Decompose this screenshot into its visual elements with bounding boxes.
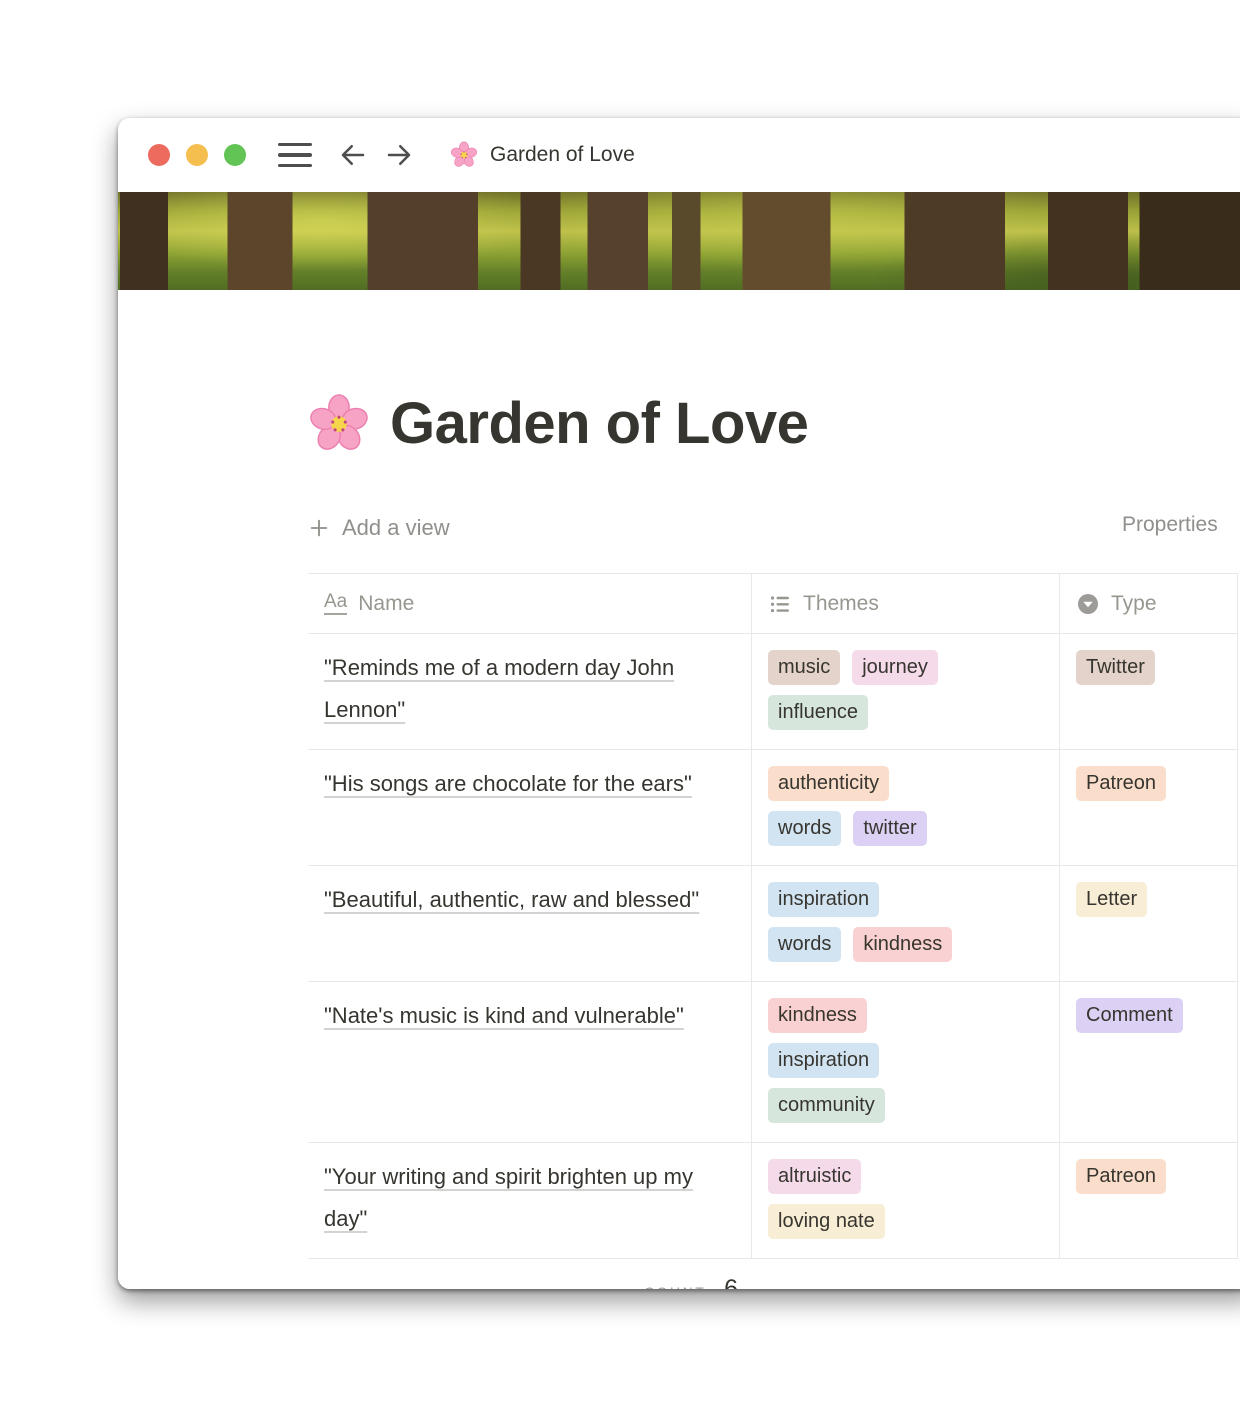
row-name-cell[interactable]: "Beautiful, authentic, raw and blessed" [308,866,752,981]
column-header-themes[interactable]: Themes [752,574,1060,633]
table-header-row: Aa Name Themes Type [308,573,1238,634]
theme-tag[interactable]: journey [852,650,938,685]
window-title: Garden of Love [490,143,635,167]
row-themes-cell[interactable]: music journey influence [752,634,1060,749]
table-body: "Reminds me of a modern day John Lennon"… [308,634,1238,1259]
row-type-cell[interactable]: Comment [1060,982,1238,1142]
titlebar: Garden of Love [118,118,1240,192]
type-tag[interactable]: Letter [1076,882,1147,917]
row-name-cell[interactable]: "His songs are chocolate for the ears" [308,750,752,865]
theme-tag[interactable]: kindness [853,927,952,962]
theme-tag[interactable]: inspiration [768,882,879,917]
row-themes-cell[interactable]: inspiration words kindness [752,866,1060,981]
row-themes-cell[interactable]: authenticity words twitter [752,750,1060,865]
column-header-type[interactable]: Type [1060,574,1238,633]
page-content: Garden of Love Add a view Properties Aa … [118,290,1240,1289]
page-emoji-cherry-blossom-icon[interactable] [308,393,370,455]
list-icon [768,592,792,616]
column-label: Type [1111,592,1157,616]
tag-line: words kindness [768,927,1043,962]
tag-line: influence [768,695,1043,730]
count-label: COUNT [644,1284,706,1290]
row-name-cell[interactable]: "Your writing and spirit brighten up my … [308,1143,752,1258]
page-cover-image [118,192,1240,290]
table-footer: COUNT 6 [308,1259,1238,1289]
count-calculation[interactable]: COUNT 6 [308,1275,752,1290]
minimize-window-button[interactable] [186,144,208,166]
theme-tag[interactable]: words [768,927,841,962]
theme-tag[interactable]: music [768,650,840,685]
add-view-button[interactable]: Add a view [308,515,450,541]
type-tag[interactable]: Twitter [1076,650,1155,685]
text-icon: Aa [324,592,347,615]
desktop: { "window": { "titlebar": { "title": "Ga… [0,0,1240,1414]
row-type-cell[interactable]: Letter [1060,866,1238,981]
row-type-cell[interactable]: Patreon [1060,750,1238,865]
table-row[interactable]: "His songs are chocolate for the ears" a… [308,750,1238,866]
column-label: Name [358,592,414,616]
row-themes-cell[interactable]: kindness inspiration community [752,982,1060,1142]
row-type-cell[interactable]: Patreon [1060,1143,1238,1258]
tag-line: altruistic [768,1159,1043,1194]
row-name-text[interactable]: "His songs are chocolate for the ears" [324,771,692,796]
table-row[interactable]: "Reminds me of a modern day John Lennon"… [308,634,1238,750]
page-title[interactable]: Garden of Love [390,390,808,457]
row-name-cell[interactable]: "Nate's music is kind and vulnerable" [308,982,752,1142]
row-themes-cell[interactable]: altruistic loving nate [752,1143,1060,1258]
type-tag[interactable]: Patreon [1076,766,1166,801]
database-table: Aa Name Themes Type [308,573,1238,1289]
close-window-button[interactable] [148,144,170,166]
theme-tag[interactable]: inspiration [768,1043,879,1078]
type-tag[interactable]: Comment [1076,998,1183,1033]
table-row[interactable]: "Beautiful, authentic, raw and blessed" … [308,866,1238,982]
tag-line: words twitter [768,811,1043,846]
theme-tag[interactable]: community [768,1088,885,1123]
theme-tag[interactable]: kindness [768,998,867,1033]
count-value: 6 [724,1275,738,1290]
row-name-text[interactable]: "Reminds me of a modern day John Lennon" [324,655,674,722]
back-arrow-icon[interactable] [338,140,368,170]
tag-line: loving nate [768,1204,1043,1239]
table-row[interactable]: "Nate's music is kind and vulnerable" ki… [308,982,1238,1143]
theme-tag[interactable]: loving nate [768,1204,885,1239]
page-title-row: Garden of Love [308,390,1240,457]
theme-tag[interactable]: authenticity [768,766,889,801]
view-controls: Add a view Properties [308,511,1240,545]
table-row[interactable]: "Your writing and spirit brighten up my … [308,1143,1238,1259]
tag-line: music journey [768,650,1043,685]
tag-line: inspiration [768,1043,1043,1078]
row-type-cell[interactable]: Twitter [1060,634,1238,749]
theme-tag[interactable]: influence [768,695,868,730]
row-name-text[interactable]: "Your writing and spirit brighten up my … [324,1164,693,1231]
row-name-text[interactable]: "Nate's music is kind and vulnerable" [324,1003,684,1028]
tag-line: community [768,1088,1043,1123]
theme-tag[interactable]: altruistic [768,1159,861,1194]
add-view-label: Add a view [342,515,450,541]
type-tag[interactable]: Patreon [1076,1159,1166,1194]
column-header-name[interactable]: Aa Name [308,574,752,633]
select-icon [1076,592,1100,616]
tag-line: kindness [768,998,1043,1033]
forward-arrow-icon[interactable] [384,140,414,170]
column-label: Themes [803,592,879,616]
cherry-blossom-icon [450,141,478,169]
row-name-text[interactable]: "Beautiful, authentic, raw and blessed" [324,887,699,912]
theme-tag[interactable]: words [768,811,841,846]
app-window: Garden of Love [118,118,1240,1289]
row-name-cell[interactable]: "Reminds me of a modern day John Lennon" [308,634,752,749]
hamburger-menu-icon[interactable] [278,143,312,168]
zoom-window-button[interactable] [224,144,246,166]
window-controls [148,144,246,166]
plus-icon [308,517,330,539]
theme-tag[interactable]: twitter [853,811,926,846]
tag-line: inspiration [768,882,1043,917]
properties-button[interactable]: Properties [1122,513,1218,537]
tag-line: authenticity [768,766,1043,801]
